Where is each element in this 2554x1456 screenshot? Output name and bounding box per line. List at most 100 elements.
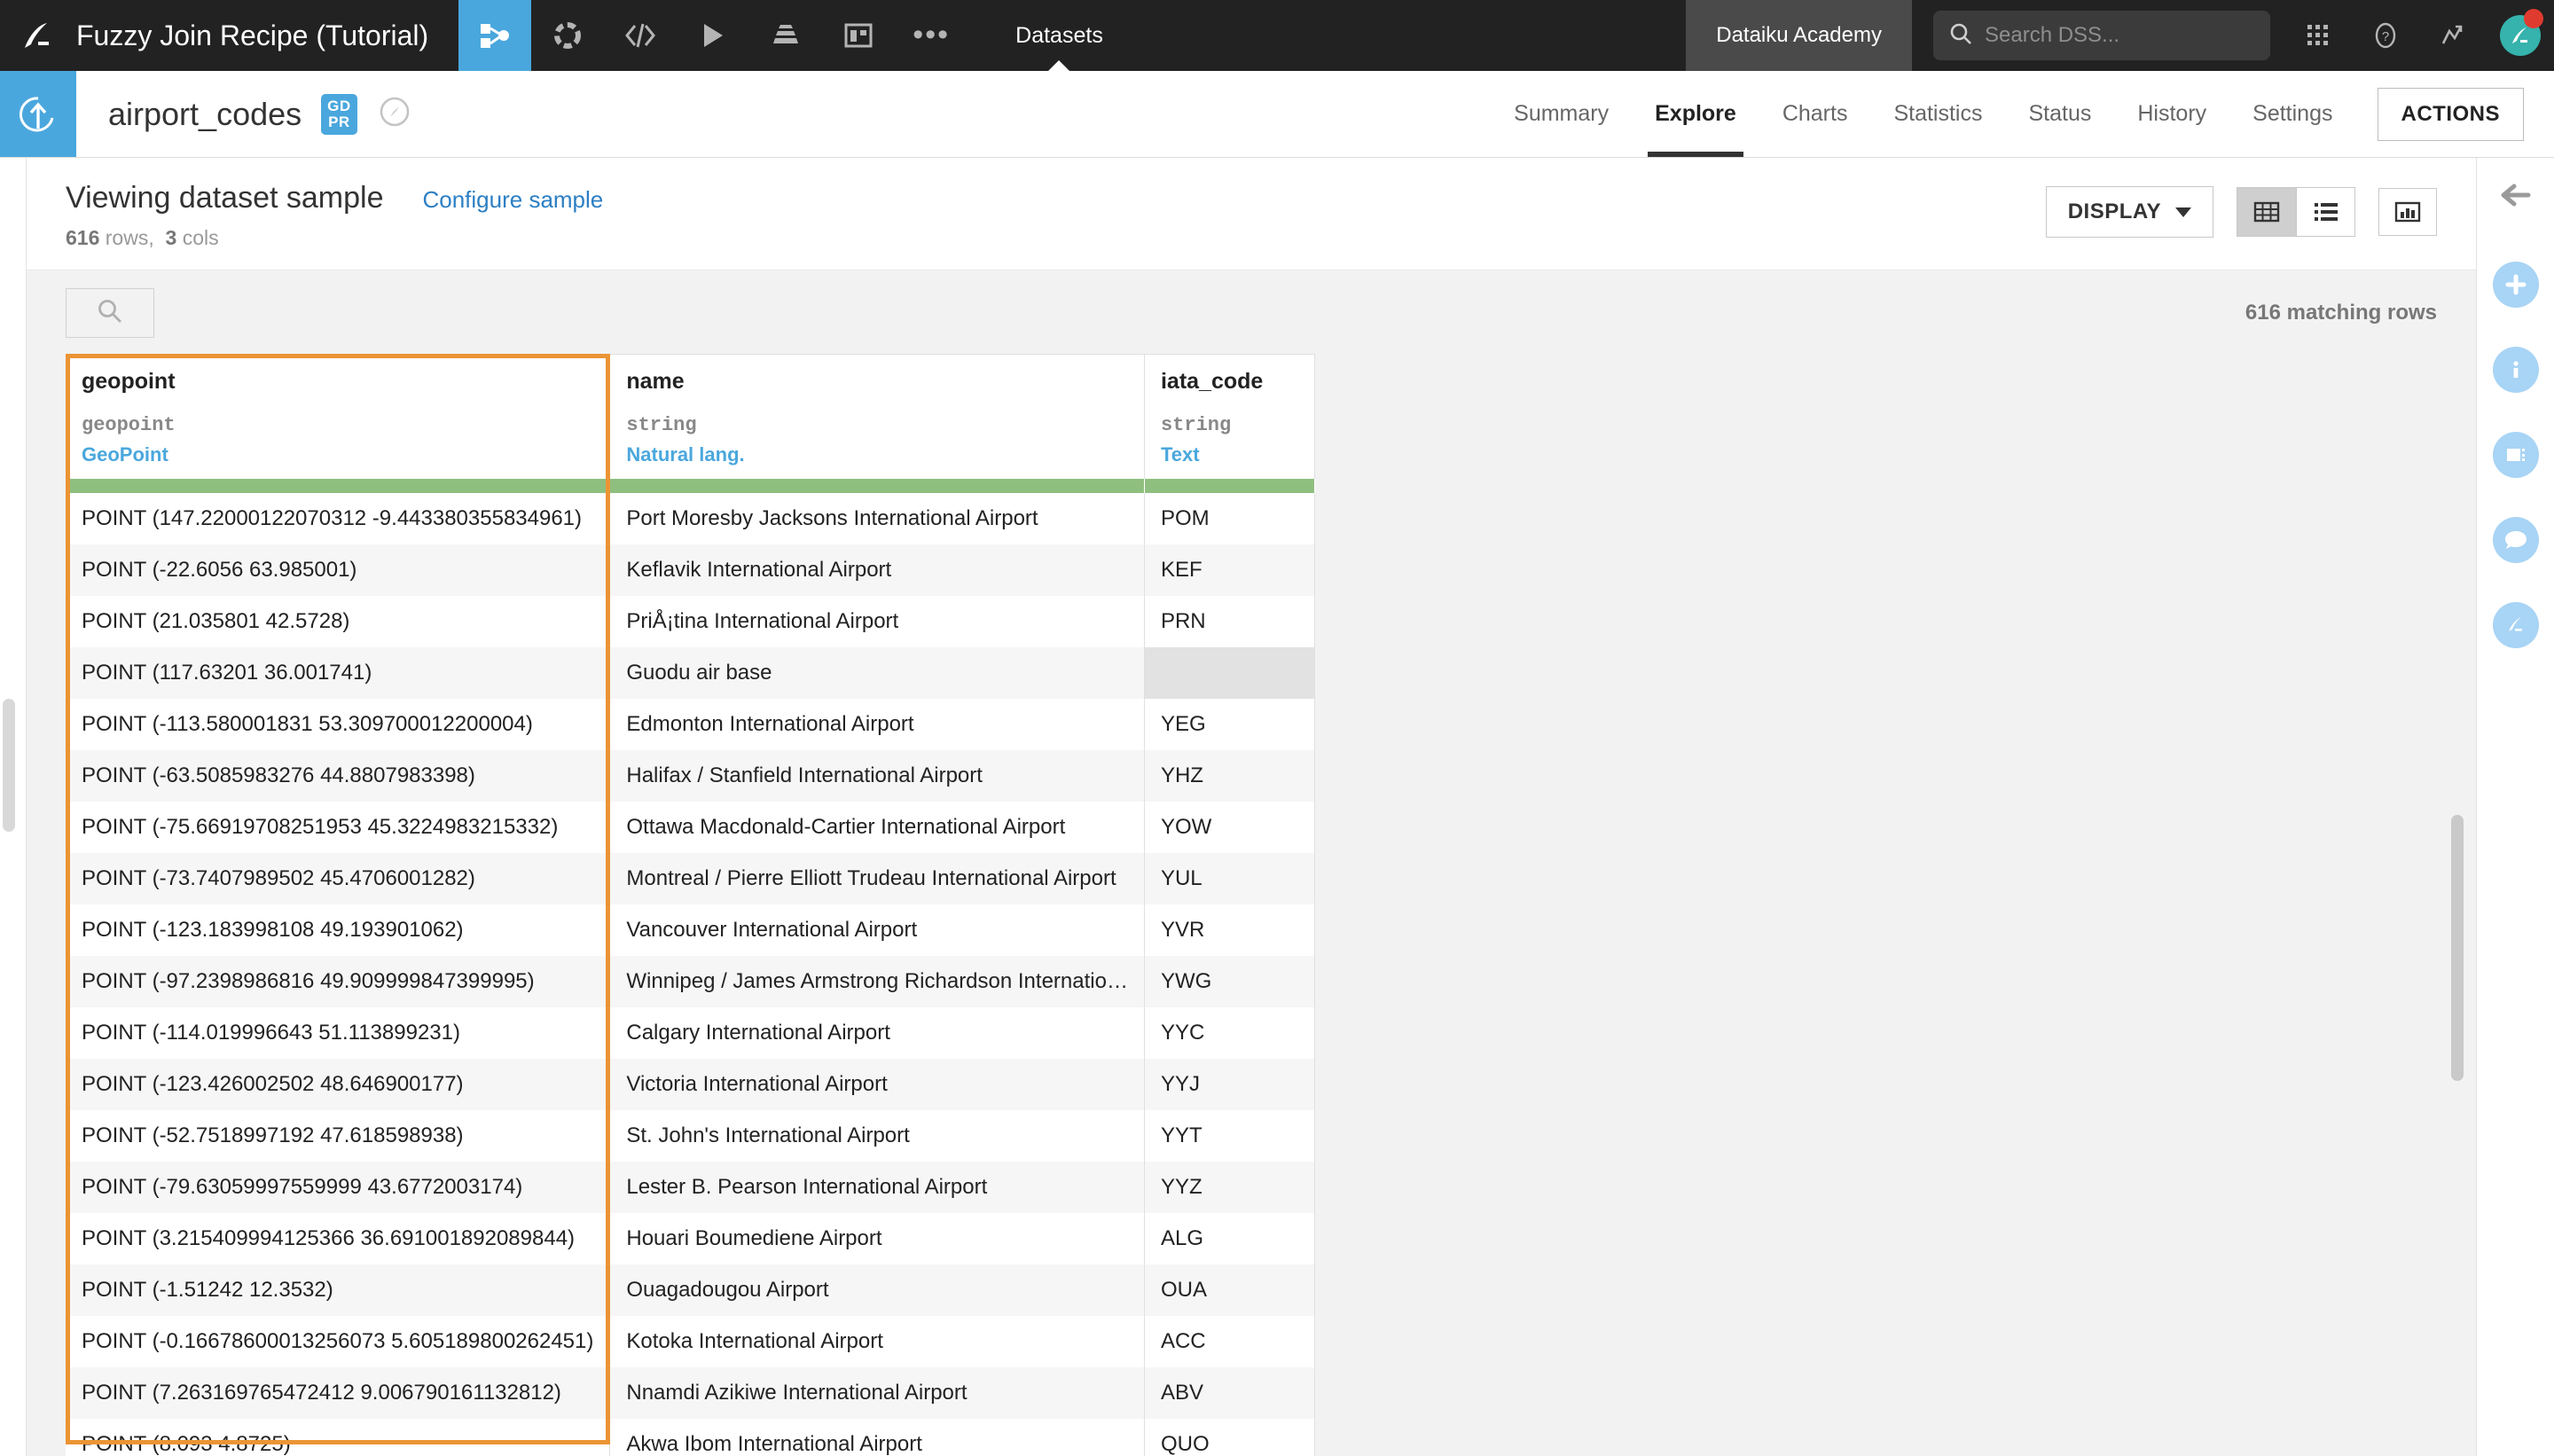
- jobs-play-icon[interactable]: [677, 0, 749, 71]
- cell-geopoint[interactable]: POINT (-123.426002502 48.646900177): [66, 1059, 611, 1110]
- cell-iata-code[interactable]: YWG: [1144, 956, 1315, 1007]
- cell-iata-code[interactable]: KEF: [1144, 544, 1315, 596]
- more-dots-icon[interactable]: •••: [895, 0, 968, 71]
- table-row[interactable]: POINT (-97.2398986816 49.909999847399995…: [66, 956, 1315, 1007]
- table-row[interactable]: POINT (117.63201 36.001741) Guodu air bas…: [66, 647, 1315, 699]
- cell-iata-code[interactable]: YVR: [1144, 904, 1315, 956]
- tab-settings[interactable]: Settings: [2229, 71, 2355, 157]
- table-row[interactable]: POINT (-79.63059997559999 43.6772003174)…: [66, 1162, 1315, 1213]
- cell-name[interactable]: Houari Boumediene Airport: [609, 1213, 1145, 1264]
- tab-status[interactable]: Status: [2005, 71, 2114, 157]
- cell-name[interactable]: Victoria International Airport: [609, 1059, 1145, 1110]
- cell-iata-code[interactable]: [1144, 647, 1315, 699]
- table-row[interactable]: POINT (-1.51242 12.3532) Ouagadougou Airp…: [66, 1264, 1315, 1316]
- upload-arrow-icon[interactable]: [0, 71, 76, 157]
- cell-name[interactable]: Halifax / Stanfield International Airpor…: [609, 750, 1145, 802]
- cell-name[interactable]: St. John's International Airport: [609, 1110, 1145, 1162]
- apps-grid-icon[interactable]: [2284, 0, 2352, 71]
- lab-icon[interactable]: [531, 0, 604, 71]
- cell-iata-code[interactable]: OUA: [1144, 1264, 1315, 1316]
- cell-name[interactable]: Lester B. Pearson International Airport: [609, 1162, 1145, 1213]
- left-rail-handle[interactable]: [3, 699, 15, 832]
- cell-name[interactable]: Montreal / Pierre Elliott Trudeau Intern…: [609, 853, 1145, 904]
- table-row[interactable]: POINT (-75.66919708251953 45.32249832153…: [66, 802, 1315, 853]
- section-datasets[interactable]: Datasets: [989, 0, 1130, 72]
- cell-iata-code[interactable]: PRN: [1144, 596, 1315, 647]
- add-icon[interactable]: [2492, 262, 2539, 308]
- cell-geopoint[interactable]: POINT (117.63201 36.001741): [66, 647, 611, 699]
- column-meaning[interactable]: Text: [1161, 443, 1298, 466]
- tab-statistics[interactable]: Statistics: [1870, 71, 2005, 157]
- cell-geopoint[interactable]: POINT (-0.16678600013256073 5.6051898002…: [66, 1316, 611, 1367]
- search-input[interactable]: Search DSS...: [1933, 11, 2270, 60]
- dataiku-academy-button[interactable]: Dataiku Academy: [1686, 0, 1912, 71]
- cell-iata-code[interactable]: YYZ: [1144, 1162, 1315, 1213]
- cell-iata-code[interactable]: YYC: [1144, 1007, 1315, 1059]
- cell-geopoint[interactable]: POINT (-79.63059997559999 43.6772003174): [66, 1162, 611, 1213]
- table-row[interactable]: POINT (-0.16678600013256073 5.6051898002…: [66, 1316, 1315, 1367]
- cell-iata-code[interactable]: POM: [1144, 493, 1315, 544]
- table-row[interactable]: POINT (-123.183998108 49.193901062) Vanco…: [66, 904, 1315, 956]
- cell-geopoint[interactable]: POINT (-97.2398986816 49.909999847399995…: [66, 956, 611, 1007]
- avatar[interactable]: [2487, 0, 2554, 71]
- cell-iata-code[interactable]: YYT: [1144, 1110, 1315, 1162]
- table-row[interactable]: POINT (-73.7407989502 45.4706001282) Mont…: [66, 853, 1315, 904]
- grid-view-icon[interactable]: [2237, 188, 2296, 236]
- column-meaning[interactable]: GeoPoint: [82, 443, 593, 466]
- table-row[interactable]: POINT (147.22000122070312 -9.44338035583…: [66, 493, 1315, 544]
- collapse-arrow-icon[interactable]: [2496, 177, 2535, 217]
- table-row[interactable]: POINT (8.093 4.8725) Akwa Ibom Internatio…: [66, 1419, 1315, 1456]
- cell-iata-code[interactable]: ABV: [1144, 1367, 1315, 1419]
- cell-geopoint[interactable]: POINT (-22.6056 63.985001): [66, 544, 611, 596]
- details-icon[interactable]: [2492, 432, 2539, 478]
- cell-name[interactable]: PriÅ¡tina International Airport: [609, 596, 1145, 647]
- cell-name[interactable]: Vancouver International Airport: [609, 904, 1145, 956]
- table-row[interactable]: POINT (3.215409994125366 36.691001892089…: [66, 1213, 1315, 1264]
- cell-name[interactable]: Ottawa Macdonald-Cartier International A…: [609, 802, 1145, 853]
- lab-icon[interactable]: [2492, 602, 2539, 648]
- cell-name[interactable]: Keflavik International Airport: [609, 544, 1145, 596]
- cell-name[interactable]: Edmonton International Airport: [609, 699, 1145, 750]
- tab-explore[interactable]: Explore: [1632, 71, 1759, 157]
- table-row[interactable]: POINT (7.263169765472412 9.0067901611328…: [66, 1367, 1315, 1419]
- table-row[interactable]: POINT (-52.7518997192 47.618598938) St. J…: [66, 1110, 1315, 1162]
- automation-icon[interactable]: [749, 0, 822, 71]
- cell-iata-code[interactable]: YUL: [1144, 853, 1315, 904]
- cell-geopoint[interactable]: POINT (-75.66919708251953 45.32249832153…: [66, 802, 611, 853]
- cell-iata-code[interactable]: YHZ: [1144, 750, 1315, 802]
- cell-iata-code[interactable]: ALG: [1144, 1213, 1315, 1264]
- display-dropdown-button[interactable]: DISPLAY: [2045, 186, 2213, 238]
- cell-name[interactable]: Akwa Ibom International Airport: [609, 1419, 1145, 1456]
- gdpr-badge[interactable]: GD PR: [321, 93, 357, 135]
- table-row[interactable]: POINT (-113.580001831 53.309700012200004…: [66, 699, 1315, 750]
- activity-icon[interactable]: [2419, 0, 2487, 71]
- cell-name[interactable]: Port Moresby Jacksons International Airp…: [609, 493, 1145, 544]
- flow-icon[interactable]: [458, 0, 532, 71]
- cell-geopoint[interactable]: POINT (-1.51242 12.3532): [66, 1264, 611, 1316]
- project-title[interactable]: Fuzzy Join Recipe (Tutorial): [76, 0, 458, 71]
- cell-geopoint[interactable]: POINT (7.263169765472412 9.0067901611328…: [66, 1367, 611, 1419]
- info-icon[interactable]: [2492, 347, 2539, 393]
- cell-geopoint[interactable]: POINT (-114.019996643 51.113899231): [66, 1007, 611, 1059]
- table-row[interactable]: POINT (-123.426002502 48.646900177) Victo…: [66, 1059, 1315, 1110]
- cell-geopoint[interactable]: POINT (-63.5085983276 44.8807983398): [66, 750, 611, 802]
- cell-geopoint[interactable]: POINT (-113.580001831 53.309700012200004…: [66, 699, 611, 750]
- table-row[interactable]: POINT (-63.5085983276 44.8807983398) Hali…: [66, 750, 1315, 802]
- comments-icon[interactable]: [2492, 517, 2539, 563]
- table-row[interactable]: POINT (21.035801 42.5728) PriÅ¡tina Inter…: [66, 596, 1315, 647]
- cell-geopoint[interactable]: POINT (8.093 4.8725): [66, 1419, 611, 1456]
- column-header-geopoint[interactable]: geopoint geopoint GeoPoint: [66, 354, 611, 479]
- cell-name[interactable]: Ouagadougou Airport: [609, 1264, 1145, 1316]
- column-chart-icon[interactable]: [2378, 188, 2437, 236]
- cell-iata-code[interactable]: YEG: [1144, 699, 1315, 750]
- cell-name[interactable]: Kotoka International Airport: [609, 1316, 1145, 1367]
- configure-sample-link[interactable]: Configure sample: [422, 186, 603, 214]
- cell-geopoint[interactable]: POINT (-123.183998108 49.193901062): [66, 904, 611, 956]
- vertical-scrollbar[interactable]: [2451, 815, 2464, 1081]
- cell-geopoint[interactable]: POINT (147.22000122070312 -9.44338035583…: [66, 493, 611, 544]
- search-input[interactable]: [66, 288, 154, 338]
- tab-history[interactable]: History: [2114, 71, 2229, 157]
- cell-name[interactable]: Calgary International Airport: [609, 1007, 1145, 1059]
- table-row[interactable]: POINT (-22.6056 63.985001) Keflavik Inter…: [66, 544, 1315, 596]
- cell-name[interactable]: Nnamdi Azikiwe International Airport: [609, 1367, 1145, 1419]
